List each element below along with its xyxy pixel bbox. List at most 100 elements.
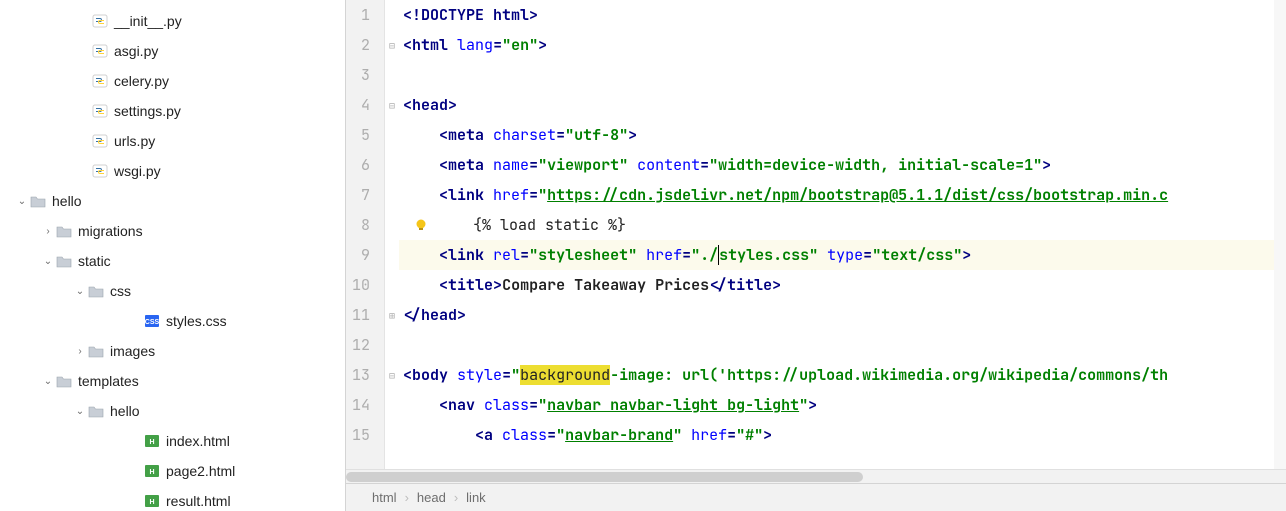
html-icon: H — [144, 494, 160, 508]
fold-placeholder — [385, 450, 399, 469]
fold-collapse-icon[interactable]: ⊟ — [385, 360, 399, 390]
folder-icon — [56, 254, 72, 268]
fold-placeholder — [385, 240, 399, 270]
folder-icon — [56, 374, 72, 388]
tree-file[interactable]: urls.py — [0, 126, 345, 156]
fold-collapse-icon[interactable]: ⊟ — [385, 90, 399, 120]
tree-item-label: index.html — [166, 433, 230, 449]
tree-file[interactable]: __init__.py — [0, 6, 345, 36]
tree-item-label: settings.py — [114, 103, 181, 119]
line-number: 5 — [352, 120, 370, 150]
chevron-down-icon[interactable]: ⌄ — [72, 286, 88, 297]
code-content[interactable]: <!DOCTYPE html> <html lang="en"> <head> … — [399, 0, 1286, 469]
tree-folder[interactable]: ⌄ css — [0, 276, 345, 306]
svg-text:H: H — [149, 469, 154, 476]
tree-folder[interactable]: › images — [0, 336, 345, 366]
tree-folder[interactable]: ⌄ hello — [0, 186, 345, 216]
html-icon: H — [144, 464, 160, 478]
fold-placeholder — [385, 180, 399, 210]
fold-placeholder — [385, 60, 399, 90]
tree-item-label: hello — [110, 403, 140, 419]
chevron-down-icon[interactable]: ⌄ — [14, 196, 30, 207]
project-tree[interactable]: __init__.py asgi.py celery.py settings.py ur… — [0, 0, 345, 511]
line-number: 10 — [352, 270, 370, 300]
breadcrumb-item[interactable]: head — [411, 490, 452, 505]
horizontal-scrollbar[interactable] — [346, 469, 1286, 483]
fold-placeholder — [385, 210, 399, 240]
tree-folder[interactable]: ⌄ hello — [0, 396, 345, 426]
svg-text:H: H — [149, 499, 154, 506]
chevron-down-icon[interactable]: ⌄ — [72, 406, 88, 417]
tree-folder[interactable]: ⌄ static — [0, 246, 345, 276]
fold-collapse-icon[interactable]: ⊟ — [385, 30, 399, 60]
tree-item-label: images — [110, 343, 155, 359]
tree-item-label: templates — [78, 373, 139, 389]
folder-icon — [56, 224, 72, 238]
current-line[interactable]: <link rel="stylesheet" href="./styles.cs… — [399, 240, 1286, 270]
tree-file[interactable]: CSS styles.css — [0, 306, 345, 336]
tree-item-label: css — [110, 283, 131, 299]
breadcrumb-item[interactable]: html — [366, 490, 403, 505]
html-icon: H — [144, 434, 160, 448]
doctype: <!DOCTYPE — [403, 5, 493, 25]
breadcrumb-item[interactable]: link — [460, 490, 492, 505]
folder-icon — [30, 194, 46, 208]
fold-expand-icon[interactable]: ⊞ — [385, 300, 399, 330]
tree-item-label: hello — [52, 193, 82, 209]
line-number: 13 — [352, 360, 370, 390]
css-icon: CSS — [144, 314, 160, 328]
py-icon — [92, 134, 108, 148]
tree-folder[interactable]: ⌄ templates — [0, 366, 345, 396]
search-highlight: background — [520, 365, 610, 385]
folder-icon — [88, 344, 104, 358]
tree-file[interactable]: asgi.py — [0, 36, 345, 66]
tree-item-label: styles.css — [166, 313, 227, 329]
fold-placeholder — [385, 120, 399, 150]
py-icon — [92, 164, 108, 178]
tree-file[interactable]: Hindex.html — [0, 426, 345, 456]
folder-icon — [88, 404, 104, 418]
line-number: 8 — [352, 210, 370, 240]
chevron-right-icon: › — [452, 490, 460, 505]
tree-folder[interactable]: › migrations — [0, 216, 345, 246]
line-number: 7 — [352, 180, 370, 210]
line-number: 11 — [352, 300, 370, 330]
inspections-strip[interactable] — [1274, 0, 1286, 469]
scrollbar-thumb[interactable] — [346, 472, 863, 482]
tree-item-label: migrations — [78, 223, 143, 239]
svg-text:H: H — [149, 439, 154, 446]
chevron-down-icon[interactable]: ⌄ — [40, 376, 56, 387]
chevron-right-icon[interactable]: › — [72, 346, 88, 357]
tree-item-label: result.html — [166, 493, 231, 509]
line-number: 3 — [352, 60, 370, 90]
breadcrumb: html › head › link — [346, 483, 1286, 511]
line-number: 6 — [352, 150, 370, 180]
tree-item-label: static — [78, 253, 111, 269]
tree-file[interactable]: settings.py — [0, 96, 345, 126]
tree-file[interactable]: Hpage2.html — [0, 456, 345, 486]
code-editor[interactable]: 123456789101112131415 ⊟⊟⊞⊟ <!DOCTYPE htm… — [346, 0, 1286, 469]
tree-item-label: asgi.py — [114, 43, 158, 59]
tree-item-label: __init__.py — [114, 13, 182, 29]
editor-area: 123456789101112131415 ⊟⊟⊞⊟ <!DOCTYPE htm… — [345, 0, 1286, 511]
fold-column[interactable]: ⊟ ⊟ ⊞ ⊟ — [385, 0, 399, 469]
tree-file[interactable]: Hresult.html — [0, 486, 345, 511]
fold-placeholder — [385, 150, 399, 180]
line-number: 15 — [352, 420, 370, 450]
tree-file[interactable]: celery.py — [0, 66, 345, 96]
tree-item-label: celery.py — [114, 73, 169, 89]
tree-item-label: wsgi.py — [114, 163, 161, 179]
line-number: 12 — [352, 330, 370, 360]
chevron-down-icon[interactable]: ⌄ — [40, 256, 56, 267]
tree-file[interactable]: wsgi.py — [0, 156, 345, 186]
chevron-right-icon[interactable]: › — [40, 226, 56, 237]
line-number: 1 — [352, 0, 370, 30]
py-icon — [92, 74, 108, 88]
tree-item-label: urls.py — [114, 133, 155, 149]
line-number: 4 — [352, 90, 370, 120]
intention-bulb-icon[interactable] — [413, 217, 429, 233]
svg-text:CSS: CSS — [145, 319, 160, 326]
fold-placeholder — [385, 0, 399, 30]
py-icon — [92, 104, 108, 118]
fold-placeholder — [385, 330, 399, 360]
